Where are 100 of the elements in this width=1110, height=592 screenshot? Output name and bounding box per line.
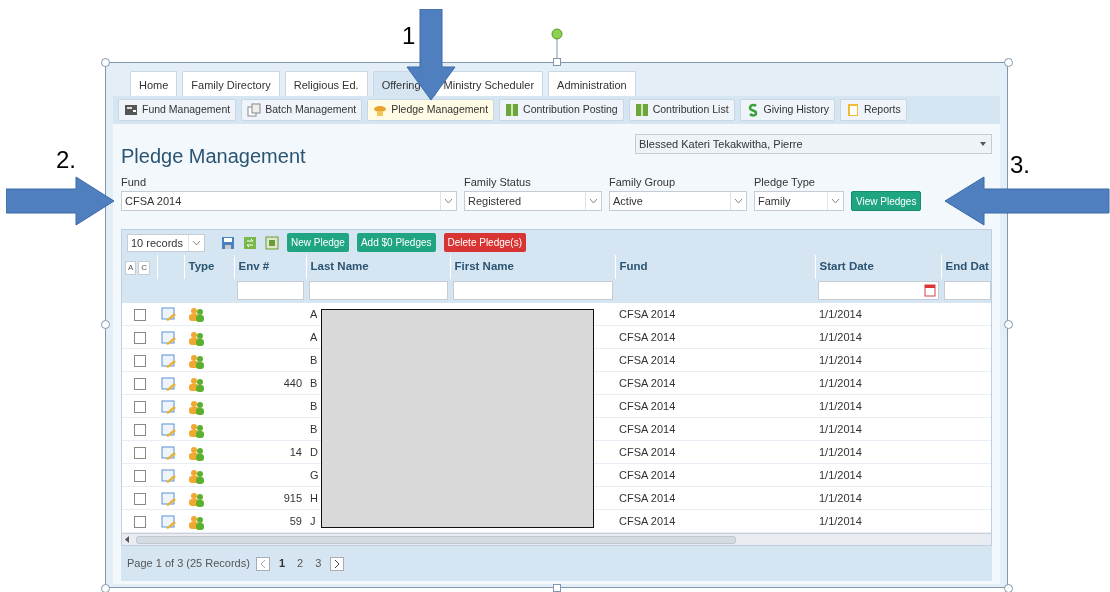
- field-label: Family Group: [609, 174, 677, 190]
- checkbox[interactable]: [133, 331, 146, 344]
- nav-tab[interactable]: Administration: [548, 71, 636, 96]
- nav-tab[interactable]: Ministry Scheduler: [434, 71, 544, 96]
- field-label: Family Status: [464, 174, 532, 190]
- checkbox[interactable]: [133, 377, 146, 390]
- column-header[interactable]: Start Date: [815, 255, 941, 279]
- table-cell: CFSA 2014: [615, 440, 815, 464]
- edit-icon: [161, 398, 177, 415]
- chevron-left-icon: [259, 559, 266, 568]
- people-icon: [188, 398, 205, 415]
- notebook-icon: [845, 102, 860, 117]
- chevron-icon: [734, 198, 743, 205]
- table-cell: 915: [234, 486, 306, 510]
- select-field[interactable]: Family: [754, 191, 844, 212]
- checkbox[interactable]: [133, 446, 146, 459]
- column-header[interactable]: First Name: [450, 255, 615, 279]
- sub-tab[interactable]: Pledge Management: [367, 99, 495, 121]
- filter-field[interactable]: [943, 281, 991, 300]
- filter-field[interactable]: [236, 281, 304, 300]
- people-icon: [188, 467, 205, 484]
- column-toggle[interactable]: C: [138, 261, 151, 276]
- table-cell: CFSA 2014: [615, 348, 815, 372]
- column-header[interactable]: Last Name: [306, 255, 450, 279]
- page-link[interactable]: 1: [275, 555, 289, 572]
- page-size-select[interactable]: 10 records: [127, 233, 205, 252]
- checkbox[interactable]: [133, 469, 146, 482]
- column-toggle[interactable]: A: [125, 261, 137, 276]
- resize-handle[interactable]: [1004, 58, 1013, 67]
- column-header[interactable]: End Dat: [941, 255, 991, 279]
- people-icon: [188, 490, 205, 507]
- table-cell: CFSA 2014: [615, 417, 815, 441]
- checkbox[interactable]: [133, 354, 146, 367]
- edit-icon: [161, 352, 177, 369]
- save-icon: [221, 235, 235, 250]
- resize-handle[interactable]: [553, 584, 561, 592]
- column-header[interactable]: Fund: [615, 255, 815, 279]
- people-icon: [188, 306, 205, 323]
- table-cell: CFSA 2014: [615, 509, 815, 533]
- resize-handle[interactable]: [553, 58, 561, 66]
- select-field[interactable]: Registered: [464, 191, 602, 212]
- checkbox[interactable]: [133, 308, 146, 321]
- nav-tab[interactable]: Family Directory: [182, 71, 280, 96]
- sub-tab[interactable]: Batch Management: [241, 99, 363, 121]
- page-title: Pledge Management: [121, 145, 306, 166]
- resize-handle[interactable]: [1004, 584, 1013, 592]
- checkbox[interactable]: [133, 515, 146, 528]
- table-cell: 1/1/2014: [815, 302, 941, 326]
- page-link[interactable]: 3: [312, 555, 325, 572]
- annotation-number: 2.: [56, 148, 76, 172]
- filter-field[interactable]: [452, 281, 613, 300]
- date-filter-field[interactable]: [817, 281, 939, 300]
- table-cell: CFSA 2014: [615, 371, 815, 395]
- sub-tab[interactable]: Fund Management: [118, 99, 237, 121]
- select-field[interactable]: Active: [609, 191, 747, 212]
- table-cell: 1/1/2014: [815, 509, 941, 533]
- table-cell: 59: [234, 509, 306, 533]
- select-field[interactable]: CFSA 2014: [121, 191, 457, 212]
- previous-page-button[interactable]: [255, 556, 270, 571]
- nav-tab[interactable]: Home: [130, 71, 178, 96]
- resize-handle[interactable]: [101, 584, 110, 592]
- action-button[interactable]: Delete Pledge(s): [443, 233, 527, 253]
- edit-icon: [161, 444, 177, 461]
- resize-handle[interactable]: [101, 320, 110, 329]
- horizontal-scrollbar[interactable]: [122, 533, 991, 545]
- checkbox[interactable]: [133, 423, 146, 436]
- nav-tab[interactable]: Religious Ed.: [284, 71, 368, 96]
- book-icon: [505, 102, 520, 117]
- edit-icon: [161, 513, 177, 530]
- chevron-right-icon: [334, 559, 341, 568]
- chevron-icon: [831, 198, 840, 205]
- table-cell: 440: [234, 371, 306, 395]
- next-page-button[interactable]: [330, 556, 345, 571]
- annotation-number: 3.: [1010, 153, 1030, 177]
- checkbox[interactable]: [133, 400, 146, 413]
- sub-tab[interactable]: Reports: [839, 99, 907, 121]
- sub-tab[interactable]: Contribution List: [628, 99, 735, 121]
- page-link[interactable]: 2: [294, 555, 307, 572]
- edit-icon: [161, 467, 177, 484]
- rotate-handle: [550, 28, 564, 60]
- edit-icon: [161, 306, 177, 323]
- parish-select[interactable]: Blessed Kateri Tekakwitha, Pierre: [635, 133, 992, 154]
- table-cell: 1/1/2014: [815, 371, 941, 395]
- edit-icon: [161, 375, 177, 392]
- refresh-icon: [243, 235, 257, 250]
- table-cell: CFSA 2014: [615, 302, 815, 326]
- resize-handle[interactable]: [101, 58, 110, 67]
- resize-handle[interactable]: [1004, 320, 1013, 329]
- field-label: Fund: [121, 174, 148, 190]
- table-cell: 1/1/2014: [815, 348, 941, 372]
- checkbox[interactable]: [133, 492, 146, 505]
- sub-tab[interactable]: Giving History: [739, 99, 835, 121]
- filter-field[interactable]: [308, 281, 448, 300]
- column-header[interactable]: Type: [184, 255, 234, 279]
- edit-icon: [161, 490, 177, 507]
- people-icon: [188, 375, 205, 392]
- sub-tab[interactable]: Contribution Posting: [499, 99, 624, 121]
- column-header[interactable]: Env #: [234, 255, 306, 279]
- calendar-icon: [923, 284, 936, 297]
- table-cell: 1/1/2014: [815, 394, 941, 418]
